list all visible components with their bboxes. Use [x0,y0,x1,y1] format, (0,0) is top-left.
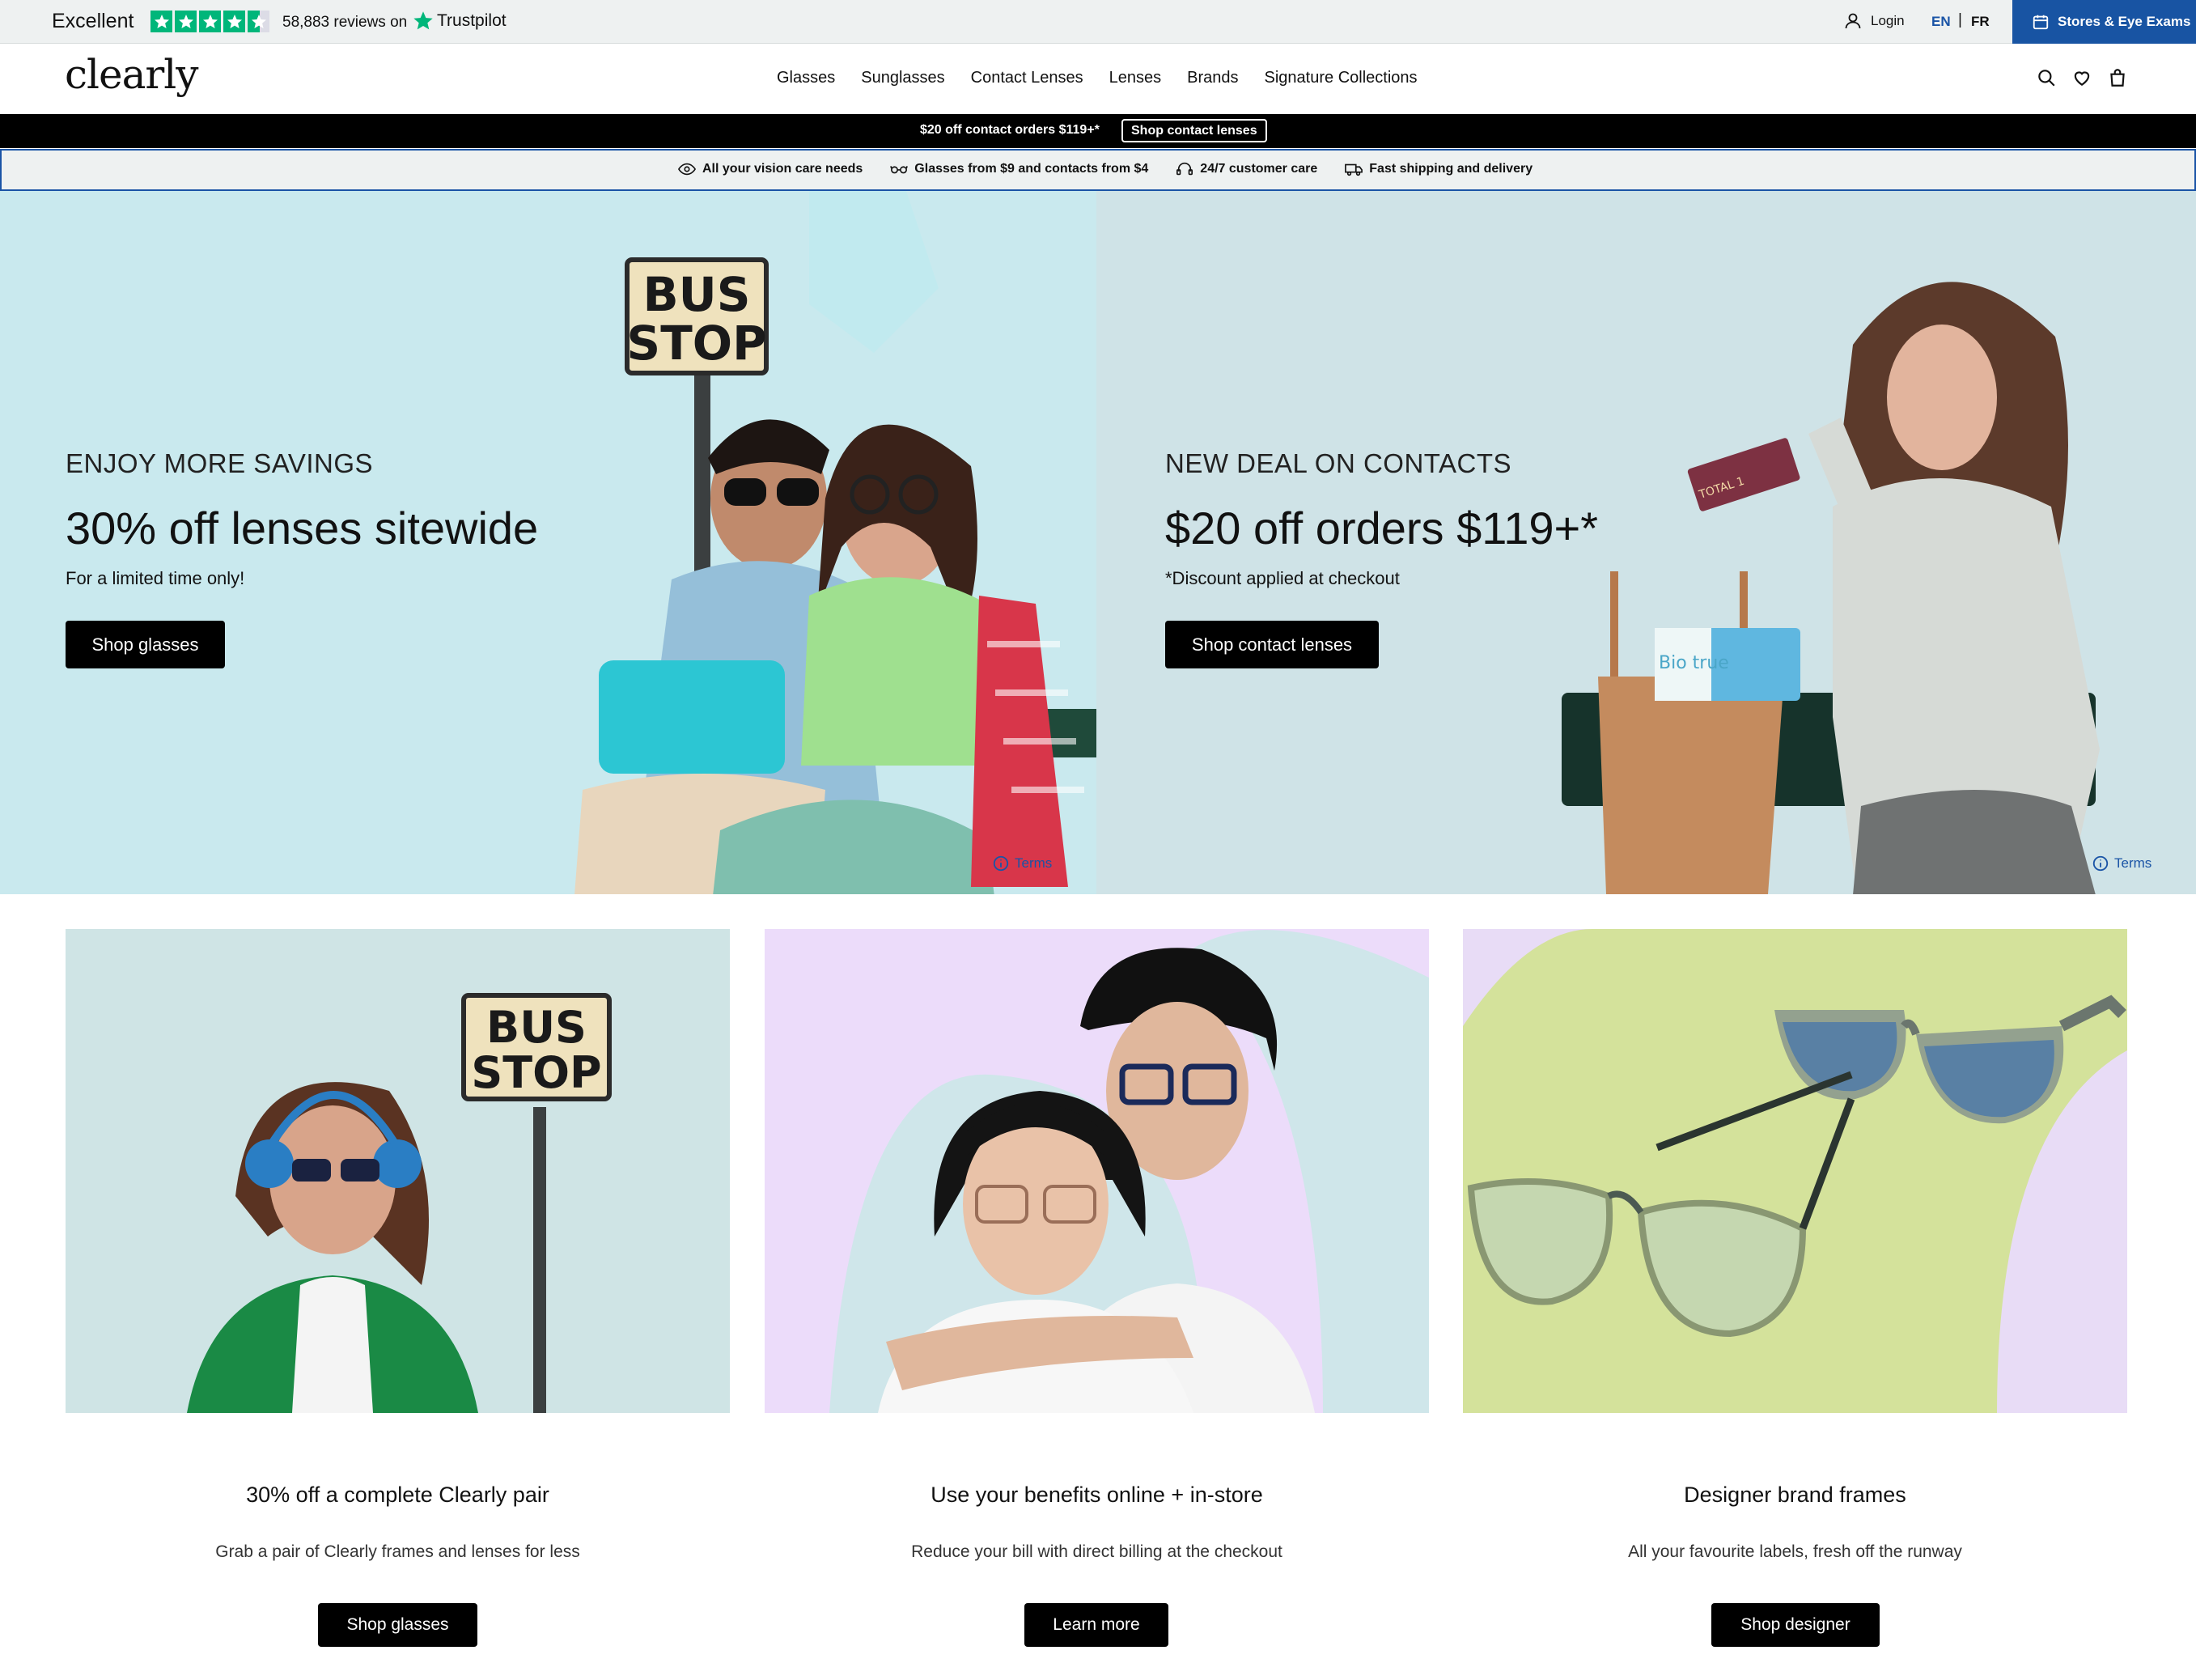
value-prop-label: Fast shipping and delivery [1369,162,1533,176]
card-image-clearly-pair[interactable]: BUS STOP [66,929,730,1413]
card-title: Use your benefits online + in-store [931,1483,1263,1507]
language-fr-link[interactable]: FR [1971,14,1990,30]
language-en-link[interactable]: EN [1931,14,1951,30]
stores-eye-exams-label: Stores & Eye Exams [2058,14,2191,29]
card-description: Grab a pair of Clearly frames and lenses… [215,1542,580,1561]
login-link[interactable]: Login [1843,11,1905,31]
heart-icon[interactable] [2071,67,2092,88]
user-icon [1845,13,1861,29]
value-props-bar: All your vision care needs Glasses from … [0,149,2196,191]
hero-eyebrow: NEW DEAL ON CONTACTS [1165,448,1512,478]
value-prop-shipping: Fast shipping and delivery [1345,162,1533,176]
nav-item-lenses[interactable]: Lenses [1109,69,1162,87]
star-icon [175,11,197,32]
trustpilot-logo[interactable]: Trustpilot [413,11,507,32]
hero-banner-contacts[interactable]: TOTAL 1 Bio true NEW DEAL ON CONTACTS $2… [1096,191,2196,894]
promo-text: $20 off contact orders $119+* [920,123,1100,137]
value-prop-label: All your vision care needs [702,162,863,176]
value-prop-customer-care: 24/7 customer care [1176,162,1317,176]
hero-subtitle: *Discount applied at checkout [1165,568,1400,588]
calendar-icon [2033,15,2049,30]
value-prop-label: 24/7 customer care [1200,162,1318,176]
hero-shop-glasses-button[interactable]: Shop glasses [66,621,225,668]
eye-icon [678,163,696,176]
trust-bar: Excellent 58,883 reviews on Trustpilot L… [0,0,2196,44]
language-separator: | [1958,11,1962,28]
value-prop-glasses-price: Glasses from $9 and contacts from $4 [890,162,1148,176]
promo-shop-contact-lenses-button[interactable]: Shop contact lenses [1121,119,1267,142]
trustpilot-rating-label: Excellent [52,10,134,32]
card-image-designer[interactable] [1463,929,2127,1413]
card-shop-designer-button[interactable]: Shop designer [1711,1603,1880,1647]
star-half-icon [248,11,269,32]
card-title: 30% off a complete Clearly pair [246,1483,549,1507]
promo-bar: $20 off contact orders $119+* Shop conta… [0,114,2196,148]
header-actions [2036,67,2128,88]
main-nav: Glasses Sunglasses Contact Lenses Lenses… [777,69,1418,87]
bus-stop-sign-line2: STOP [471,1047,601,1098]
card-description: All your favourite labels, fresh off the… [1628,1542,1962,1561]
couple-eyeglasses-image [765,929,1429,1413]
stores-eye-exams-button[interactable]: Stores & Eye Exams [2012,0,2196,44]
card-title: Designer brand frames [1684,1483,1906,1507]
bus-stop-sign-line1: BUS [642,267,750,322]
info-icon [993,855,1009,872]
biotrue-box-label: Bio true [1659,653,1729,673]
bus-stop-sign-line2: STOP [626,316,766,371]
star-icon [223,11,245,32]
card-shop-glasses-button[interactable]: Shop glasses [318,1603,477,1647]
terms-label: Terms [1015,855,1053,871]
hero-banner-lenses[interactable]: BUS STOP ENJOY MORE SAVINGS 30% off lens… [0,191,1096,894]
hero-title: $20 off orders $119+* [1165,503,1599,554]
trustpilot-review-count[interactable]: 58,883 reviews on [282,14,407,32]
nav-item-sunglasses[interactable]: Sunglasses [861,69,944,87]
hero-shop-contact-lenses-button[interactable]: Shop contact lenses [1165,621,1379,668]
terms-label: Terms [2114,855,2152,871]
clearly-logo[interactable]: clearly [65,51,199,98]
login-label: Login [1871,13,1905,28]
nav-item-contact-lenses[interactable]: Contact Lenses [971,69,1083,87]
star-icon [150,11,172,32]
nav-item-signature-collections[interactable]: Signature Collections [1265,69,1418,87]
site-header: clearly Glasses Sunglasses Contact Lense… [0,45,2196,114]
value-prop-vision-care: All your vision care needs [678,162,863,176]
star-icon [199,11,221,32]
card-description: Reduce your bill with direct billing at … [911,1542,1282,1561]
nav-item-brands[interactable]: Brands [1187,69,1238,87]
value-prop-label: Glasses from $9 and contacts from $4 [914,162,1149,176]
hero-title: 30% off lenses sitewide [66,503,539,554]
hero-terms-link[interactable]: Terms [2092,855,2151,872]
trustpilot-stars[interactable] [150,11,269,32]
trustpilot-name: Trustpilot [437,11,507,30]
bus-stop-sign-line1: BUS [486,1002,587,1053]
card-learn-more-button[interactable]: Learn more [1024,1603,1168,1647]
trustpilot-star-icon [413,11,433,30]
woman-headphones-image: BUS STOP [187,993,612,1413]
truck-icon [1345,163,1363,176]
hero-subtitle: For a limited time only! [66,568,245,588]
designer-frames-image [1463,929,2127,1413]
search-icon[interactable] [2036,67,2057,88]
glasses-icon [890,166,909,174]
nav-item-glasses[interactable]: Glasses [777,69,835,87]
hero-terms-link[interactable]: Terms [992,855,1052,872]
bag-icon[interactable] [2107,67,2128,88]
card-image-benefits[interactable] [765,929,1429,1413]
headset-icon [1176,162,1193,176]
info-icon [2092,855,2109,872]
hero-eyebrow: ENJOY MORE SAVINGS [66,448,374,478]
